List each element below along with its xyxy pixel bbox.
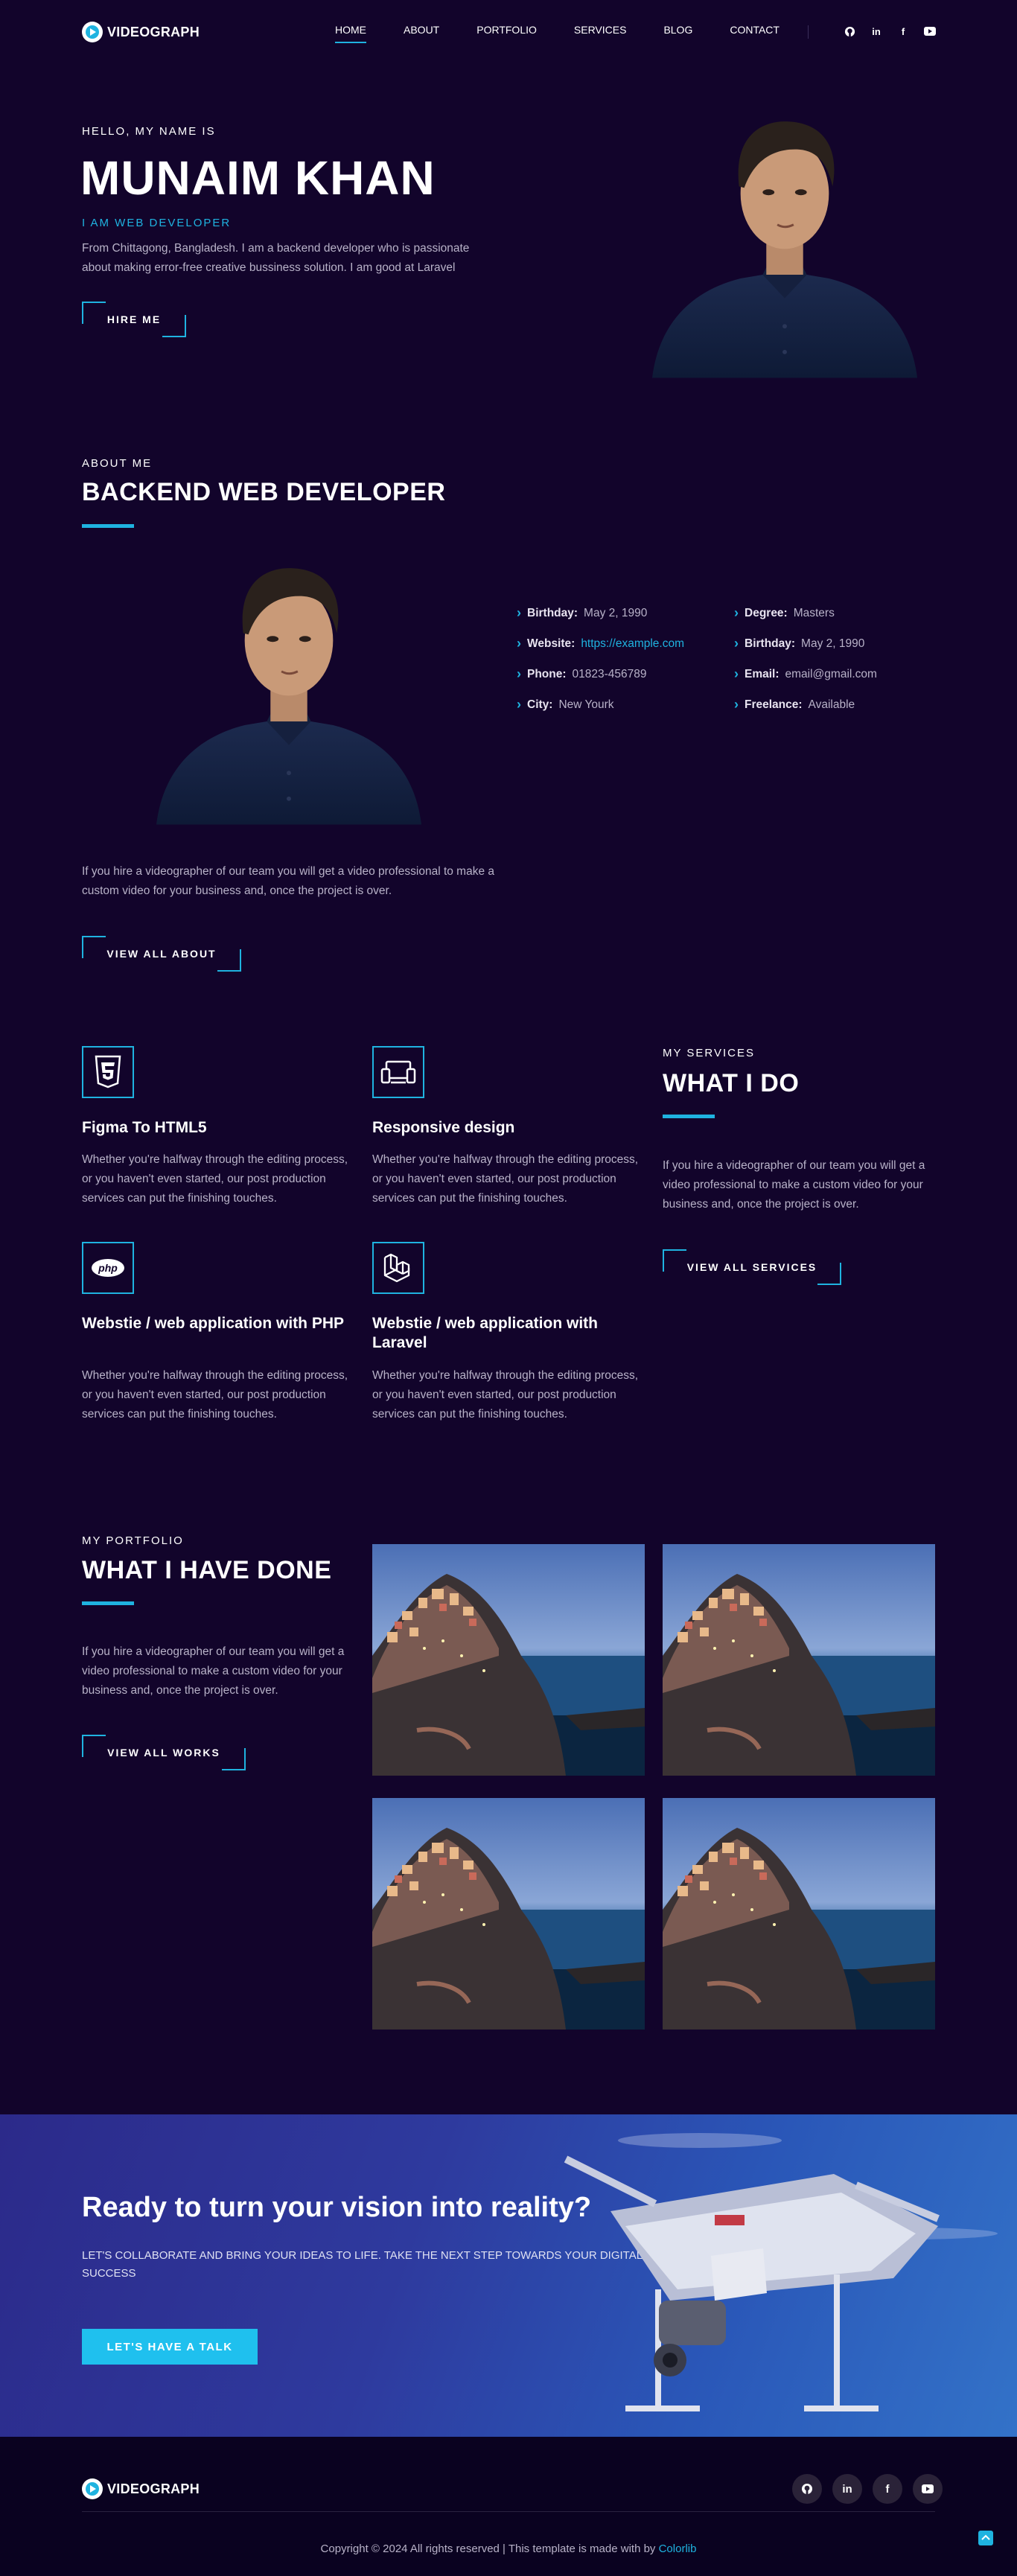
footer-divider xyxy=(82,2511,935,2512)
site-header: VIDEOGRAPH HOME ABOUT PORTFOLIO SERVICES… xyxy=(0,0,1017,64)
site-logo[interactable]: VIDEOGRAPH xyxy=(82,22,200,42)
chevron-right-icon: › xyxy=(517,636,521,651)
services-title-underline xyxy=(663,1115,715,1118)
facebook-icon[interactable]: f xyxy=(873,2474,902,2504)
hire-me-button[interactable]: HIRE ME xyxy=(82,302,186,337)
portfolio-image[interactable] xyxy=(372,1798,645,2030)
hero-description: From Chittagong, Bangladesh. I am a back… xyxy=(82,242,470,274)
copyright-text: Copyright © 2024 All rights reserved | T… xyxy=(320,2542,659,2555)
hero-portrait xyxy=(652,102,917,381)
copyright: Copyright © 2024 All rights reserved | T… xyxy=(0,2542,1017,2555)
service-title: Figma To HTML5 xyxy=(82,1119,207,1136)
chevron-right-icon: › xyxy=(734,697,739,712)
service-title: Webstie / web application with Laravel xyxy=(372,1315,598,1351)
hero-eyebrow: HELLO, MY NAME IS xyxy=(82,125,216,138)
portfolio-eyebrow: MY PORTFOLIO xyxy=(82,1534,184,1547)
nav-services[interactable]: SERVICES xyxy=(574,24,627,43)
play-logo-icon xyxy=(82,22,103,42)
nav-blog[interactable]: BLOG xyxy=(663,24,692,43)
youtube-icon[interactable] xyxy=(913,2474,943,2504)
github-icon[interactable] xyxy=(841,24,858,39)
site-footer: VIDEOGRAPH in f Copyright © 2024 All rig… xyxy=(0,2437,1017,2576)
services-eyebrow: MY SERVICES xyxy=(663,1047,755,1059)
github-icon[interactable] xyxy=(792,2474,822,2504)
nav-portfolio[interactable]: PORTFOLIO xyxy=(476,24,537,43)
nav-home[interactable]: HOME xyxy=(335,24,366,43)
chevron-right-icon: › xyxy=(517,605,521,620)
info-email: › Email: email@gmail.com xyxy=(734,666,877,681)
info-birthday-2: › Birthday: May 2, 1990 xyxy=(734,636,865,651)
service-text: Whether you're halfway through the editi… xyxy=(372,1153,639,1205)
chevron-right-icon: › xyxy=(734,636,739,651)
cta-subtitle: LET'S COLLABORATE AND BRING YOUR IDEAS T… xyxy=(82,2249,643,2280)
info-degree: › Degree: Masters xyxy=(734,605,835,620)
svg-text:php: php xyxy=(98,1262,118,1274)
arrow-up-icon xyxy=(981,2534,990,2540)
lets-talk-button[interactable]: LET'S HAVE A TALK xyxy=(82,2329,258,2365)
about-title-underline xyxy=(82,524,134,528)
portfolio-image[interactable] xyxy=(372,1544,645,1776)
play-logo-icon xyxy=(82,2478,103,2499)
about-portrait xyxy=(156,549,421,828)
portfolio-title-underline xyxy=(82,1601,134,1605)
info-city: › City: New Yourk xyxy=(517,697,614,712)
service-title: Webstie / web application with PHP xyxy=(82,1315,344,1332)
about-eyebrow: ABOUT ME xyxy=(82,457,153,470)
facebook-icon[interactable]: f xyxy=(895,24,911,39)
nav-contact[interactable]: CONTACT xyxy=(730,24,780,43)
cta-title: Ready to turn your vision into reality? xyxy=(82,2192,592,2223)
laravel-icon xyxy=(372,1242,424,1294)
view-all-works-button[interactable]: VIEW ALL WORKS xyxy=(82,1735,246,1770)
footer-social: in f xyxy=(792,2474,943,2504)
linkedin-icon[interactable]: in xyxy=(832,2474,862,2504)
services-description: If you hire a videographer of our team y… xyxy=(663,1159,925,1211)
logo-text: VIDEOGRAPH xyxy=(107,24,200,39)
about-description: If you hire a videographer of our team y… xyxy=(82,865,495,897)
website-link[interactable]: https://example.com xyxy=(581,637,684,651)
info-phone: › Phone: 01823-456789 xyxy=(517,666,647,681)
info-birthday: › Birthday: May 2, 1990 xyxy=(517,605,648,620)
logo-text: VIDEOGRAPH xyxy=(107,2481,200,2496)
footer-logo[interactable]: VIDEOGRAPH xyxy=(82,2478,200,2499)
nav-divider xyxy=(808,25,809,39)
hero-name: MUNAIM KHAN xyxy=(80,151,436,205)
devices-icon xyxy=(372,1046,424,1098)
back-to-top-button[interactable] xyxy=(978,2531,993,2545)
html5-icon xyxy=(82,1046,134,1098)
colorlib-link[interactable]: Colorlib xyxy=(659,2542,697,2555)
youtube-icon[interactable] xyxy=(922,24,938,39)
cta-section: Ready to turn your vision into reality? … xyxy=(0,2114,1017,2437)
chevron-right-icon: › xyxy=(734,666,739,681)
info-freelance: › Freelance: Available xyxy=(734,697,855,712)
portfolio-image[interactable] xyxy=(663,1798,935,2030)
info-website: › Website: https://example.com xyxy=(517,636,685,651)
main-nav: HOME ABOUT PORTFOLIO SERVICES BLOG CONTA… xyxy=(335,24,817,43)
service-text: Whether you're halfway through the editi… xyxy=(82,1153,348,1205)
chevron-right-icon: › xyxy=(517,697,521,712)
portfolio-image[interactable] xyxy=(663,1544,935,1776)
service-text: Whether you're halfway through the editi… xyxy=(82,1369,348,1421)
php-icon: php xyxy=(82,1242,134,1294)
service-title: Responsive design xyxy=(372,1119,515,1136)
header-social: in f xyxy=(841,24,938,39)
view-all-services-button[interactable]: VIEW ALL SERVICES xyxy=(663,1249,841,1285)
portfolio-title: WHAT I HAVE DONE xyxy=(82,1556,332,1584)
services-title: WHAT I DO xyxy=(663,1069,800,1097)
hero-role: I AM WEB DEVELOPER xyxy=(82,217,232,229)
service-text: Whether you're halfway through the editi… xyxy=(372,1369,639,1421)
about-title: BACKEND WEB DEVELOPER xyxy=(82,478,446,506)
chevron-right-icon: › xyxy=(517,666,521,681)
chevron-right-icon: › xyxy=(734,605,739,620)
linkedin-icon[interactable]: in xyxy=(868,24,884,39)
portfolio-description: If you hire a videographer of our team y… xyxy=(82,1645,345,1697)
nav-about[interactable]: ABOUT xyxy=(404,24,439,43)
view-all-about-button[interactable]: VIEW ALL ABOUT xyxy=(82,936,241,972)
